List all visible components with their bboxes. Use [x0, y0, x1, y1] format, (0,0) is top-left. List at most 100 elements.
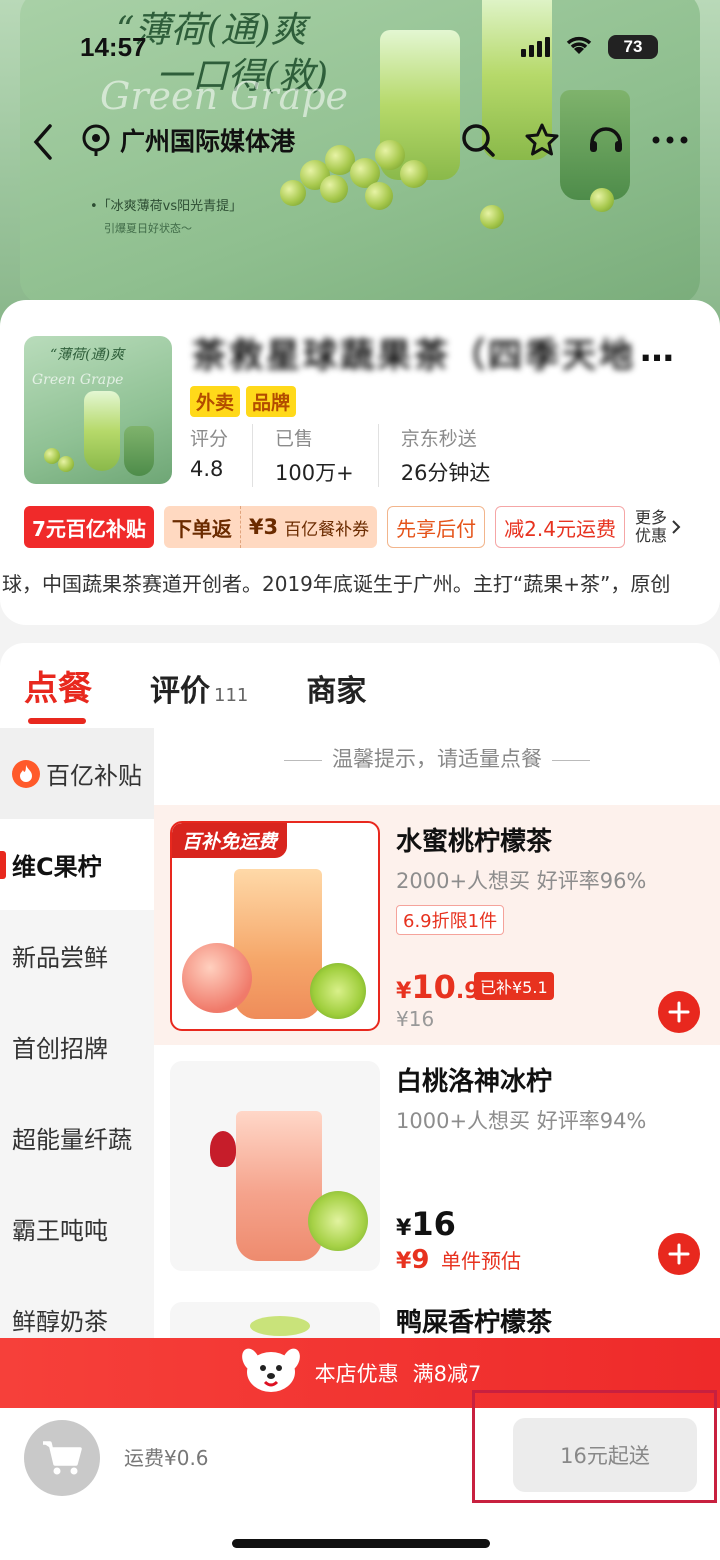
sidebar-item-label: 百亿补贴 — [46, 762, 142, 790]
tag-brand: 品牌 — [246, 386, 297, 417]
tag-delivery: 外卖 — [190, 386, 241, 417]
free-shipping-ribbon: 百补免运费 — [172, 823, 288, 858]
item-image[interactable]: 百补免运费 — [170, 821, 380, 1031]
tab-order[interactable]: 点餐 — [24, 661, 92, 724]
item-meta: 2000+人想买 好评率96% — [396, 869, 647, 893]
logo-drink-illustration — [84, 391, 120, 471]
stat-value: 26分钟达 — [400, 461, 491, 485]
review-count: 111 — [214, 685, 249, 706]
plus-icon — [668, 1243, 690, 1265]
highlight-annotation-box — [472, 1390, 717, 1503]
drink-cup-illustration — [236, 1111, 322, 1261]
lime-illustration — [308, 1191, 368, 1251]
star-icon — [525, 123, 559, 156]
tab-reviews[interactable]: 评价 111 — [150, 666, 248, 710]
sidebar-item-new[interactable]: 新品尝鲜 — [0, 910, 154, 1001]
menu-tabs: 点餐 评价 111 商家 — [24, 661, 366, 724]
search-button[interactable] — [458, 120, 498, 160]
favorite-button[interactable] — [522, 120, 562, 160]
coupon-return-promo[interactable]: 下单返 ¥3 百亿餐补券 — [163, 506, 378, 548]
menu-item[interactable]: 百补免运费 水蜜桃柠檬茶 2000+人想买 好评率96% 6.9折限1件 ¥10… — [154, 805, 720, 1045]
cellular-signal-icon — [521, 37, 550, 57]
item-meta: 1000+人想买 好评率94% — [396, 1109, 647, 1133]
sidebar-item-subsidy[interactable]: 百亿补贴 — [0, 728, 154, 819]
store-stats: 评分 4.8 已售 100万+ 京东秒送 26分钟达 — [190, 424, 536, 487]
search-icon — [462, 124, 495, 157]
store-logo[interactable]: “薄荷(通)爽 Green Grape — [24, 336, 172, 484]
store-info-card: “薄荷(通)爽 Green Grape 茶救星球蔬果茶（四季天地 … 外卖 品牌… — [0, 300, 720, 625]
item-name: 水蜜桃柠檬茶 — [396, 827, 553, 857]
item-discount-badge: 6.9折限1件 — [396, 905, 505, 935]
roselle-flower-illustration — [210, 1131, 236, 1167]
logo-bottle-illustration — [124, 426, 154, 476]
location-pin-icon — [82, 124, 110, 156]
grape-illustration — [375, 140, 405, 170]
item-name: 鸭屎香柠檬茶 — [396, 1308, 553, 1338]
coupon-amount: ¥3 — [248, 515, 279, 539]
banner-caption-sub: 引爆夏日好状态～ — [104, 222, 192, 235]
item-name: 白桃洛神冰柠 — [396, 1067, 553, 1097]
sidebar-item-fiber[interactable]: 超能量纤蔬 — [0, 1092, 154, 1183]
ordering-tip: 温馨提示，请适量点餐 — [154, 743, 720, 773]
more-menu-button[interactable] — [650, 120, 690, 160]
category-sidebar: 百亿补贴 维C果柠 新品尝鲜 首创招牌 超能量纤蔬 霸王吨吨 鲜醇奶茶 — [0, 728, 154, 1343]
chevron-left-icon — [33, 124, 52, 160]
coupon-text: 百亿餐补券 — [284, 519, 370, 540]
back-button[interactable] — [28, 122, 58, 162]
cart-button[interactable] — [24, 1420, 100, 1496]
pay-later-badge[interactable]: 先享后付 — [387, 506, 486, 548]
stat-label: 京东秒送 — [400, 428, 477, 450]
grape-illustration — [590, 188, 614, 212]
grape-illustration — [480, 205, 504, 229]
currency-symbol: ¥ — [396, 1249, 412, 1274]
menu-item[interactable]: 鸭屎香柠檬茶 — [154, 1286, 720, 1343]
sidebar-item-signature[interactable]: 首创招牌 — [0, 1001, 154, 1092]
add-to-cart-button[interactable] — [658, 991, 700, 1033]
home-indicator[interactable] — [232, 1539, 490, 1548]
subsidy-promo-badge[interactable]: 7元百亿补贴 — [24, 506, 154, 548]
sidebar-item-milk-tea[interactable]: 鲜醇奶茶 — [0, 1274, 154, 1343]
status-time: 14:57 — [80, 32, 147, 62]
item-image[interactable] — [170, 1061, 380, 1271]
price-integer: 16 — [411, 1205, 456, 1243]
coupon-return-label: 下单返 — [171, 516, 232, 541]
shopping-cart-icon — [43, 1441, 82, 1475]
stat-rating[interactable]: 评分 4.8 — [190, 424, 254, 487]
sidebar-item-big-cup[interactable]: 霸王吨吨 — [0, 1183, 154, 1274]
location-selector[interactable]: 广州国际媒体港 — [80, 122, 295, 158]
store-name: 茶救星球蔬果茶（四季天地 — [192, 336, 636, 376]
item-price: ¥16 — [396, 1205, 456, 1243]
shipping-discount-badge[interactable]: 减2.4元运费 — [495, 506, 625, 548]
sidebar-item-vitamin-c[interactable]: 维C果柠 — [0, 819, 154, 910]
menu-item[interactable]: 白桃洛神冰柠 1000+人想买 好评率94% ¥16 ¥9 单件预估 — [154, 1045, 720, 1285]
banner-english-title: Green Grape — [100, 74, 349, 118]
tab-merchant[interactable]: 商家 — [306, 666, 366, 710]
logo-headline: “薄荷(通)爽 — [50, 347, 125, 363]
item-image[interactable] — [170, 1302, 380, 1343]
estimated-price-label: 单件预估 — [440, 1249, 521, 1273]
currency-symbol: ¥ — [396, 1216, 412, 1241]
chevron-right-icon — [672, 520, 681, 534]
item-price: ¥10.9 — [396, 968, 480, 1006]
nav-actions — [458, 120, 690, 160]
battery-icon: 73 — [608, 35, 658, 59]
add-to-cart-button[interactable] — [658, 1233, 700, 1275]
more-offers-label: 更多 优惠 — [634, 508, 667, 545]
estimated-price-value: 9 — [411, 1245, 430, 1275]
store-intro-text[interactable]: 球，中国蔬果茶赛道开创者。2019年底诞生于广州。主打“蔬果+茶”，原创 — [0, 568, 720, 597]
stat-sold: 已售 100万+ — [275, 424, 379, 487]
price-integer: 10 — [411, 968, 456, 1006]
customer-service-button[interactable] — [586, 120, 626, 160]
stat-delivery-time: 京东秒送 26分钟达 — [401, 424, 515, 487]
lime-illustration — [310, 963, 366, 1019]
store-tags: 外卖 品牌 — [190, 386, 297, 417]
grape-illustration — [58, 456, 74, 472]
currency-symbol: ¥ — [396, 979, 412, 1004]
stat-value: 4.8 — [190, 457, 224, 481]
grape-illustration — [400, 160, 428, 188]
fire-icon — [12, 759, 40, 788]
more-offers-button[interactable]: 更多 优惠 — [635, 509, 681, 545]
headset-icon — [590, 127, 622, 152]
tab-reviews-label: 评价 — [150, 674, 210, 709]
estimated-price: ¥9 单件预估 — [396, 1245, 521, 1275]
